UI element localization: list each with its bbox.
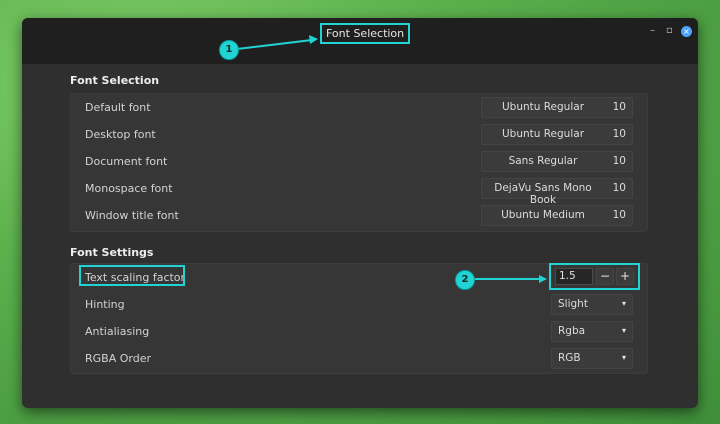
annotation-arrows xyxy=(236,35,547,283)
arrow-line-1 xyxy=(236,39,313,50)
arrow-head-2 xyxy=(539,275,547,283)
callout-1: 1 xyxy=(219,40,239,60)
callout-2: 2 xyxy=(455,270,475,290)
arrow-head-1 xyxy=(309,35,318,44)
